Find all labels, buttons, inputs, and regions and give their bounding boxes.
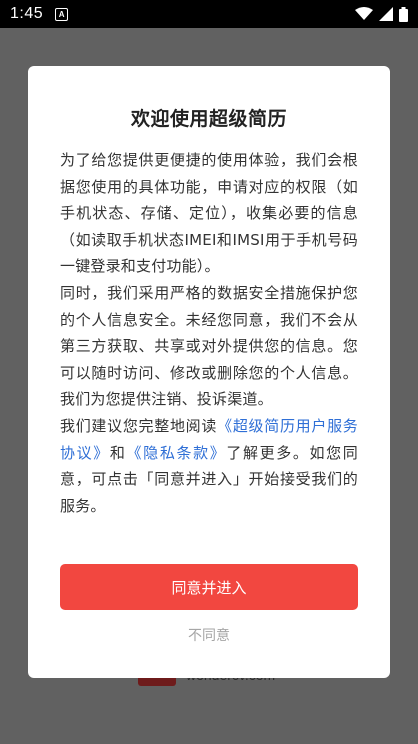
notification-icon: A [55,7,69,21]
privacy-dialog: 欢迎使用超级简历 为了给您提供更便捷的使用体验，我们会根据您使用的具体功能，申请… [28,66,390,678]
dialog-paragraph-3: 我们建议您完整地阅读《超级简历用户服务协议》和《隐私条款》了解更多。如您同意，可… [60,413,358,519]
dialog-paragraph-1: 为了给您提供更便捷的使用体验，我们会根据您使用的具体功能，申请对应的权限（如手机… [60,151,358,276]
dialog-body: 为了给您提供更便捷的使用体验，我们会根据您使用的具体功能，申请对应的权限（如手机… [60,147,358,519]
agree-button[interactable]: 同意并进入 [60,564,358,610]
status-bar: 1:45 A [0,0,418,28]
status-icons [355,6,408,22]
dialog-paragraph-2: 同时，我们采用严格的数据安全措施保护您的个人信息安全。未经您同意，我们不会从第三… [60,283,358,409]
paragraph-3-prefix: 我们建议您完整地阅读 [60,416,218,435]
battery-icon [399,6,408,22]
paragraph-3-and: 和 [109,443,127,462]
status-time: 1:45 [10,5,44,22]
dialog-title: 欢迎使用超级简历 [130,108,287,130]
wifi-icon [355,7,373,21]
disagree-button[interactable]: 不同意 [60,622,358,648]
privacy-policy-link[interactable]: 《隐私条款》 [127,444,227,462]
signal-icon [379,7,393,21]
